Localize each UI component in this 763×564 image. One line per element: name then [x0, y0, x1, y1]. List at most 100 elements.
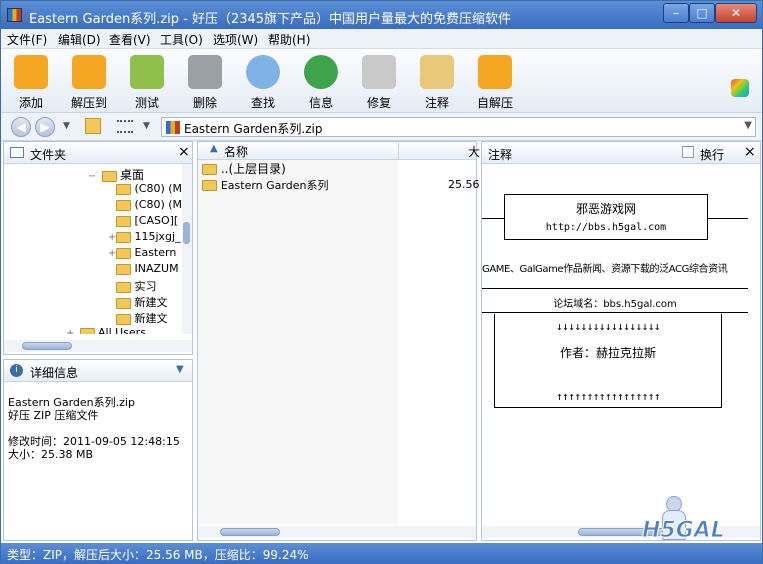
file-list-pane: ▲ 名称 大 ..(上层目录) Eastern Garden系列 25.56 [197, 141, 480, 541]
menu-bar: 文件(F) 编辑(D) 查看(V) 工具(O) 选项(W) 帮助(H) [1, 29, 762, 49]
comment-pane-header: 注释 换行 × [482, 142, 760, 164]
scrollbar-thumb[interactable] [183, 222, 190, 244]
tree-item[interactable]: [CASO][ [108, 214, 178, 227]
tree-item[interactable]: 实习 [108, 278, 157, 294]
tree-item[interactable]: + 115jxgj_ [108, 230, 181, 243]
tree-item[interactable]: 新建文 [108, 294, 168, 310]
file-row-name: Eastern Garden系列 [220, 179, 329, 192]
folder-icon [116, 199, 131, 211]
folder-icon [116, 247, 131, 259]
folder-icon [202, 164, 217, 175]
tree-item-all-users[interactable]: + All Users [66, 326, 146, 334]
divider [708, 218, 748, 219]
scrollbar-thumb[interactable] [220, 528, 280, 536]
sort-up-icon: ▲ [210, 143, 218, 154]
chevron-down-icon[interactable]: ▼ [744, 120, 752, 131]
folder-icon [116, 281, 131, 293]
file-list-header: ▲ 名称 大 [198, 142, 480, 160]
tree-horizontal-scrollbar[interactable] [4, 340, 192, 352]
window-title: Eastern Garden系列.zip - 好压（2345旗下产品）中国用户量… [29, 12, 512, 27]
divider [482, 288, 748, 289]
test-label: 测试 [134, 96, 159, 110]
menu-edit[interactable]: 编辑(D) [58, 31, 101, 48]
details-size: 大小：25.38 MB [8, 448, 94, 461]
folder-icon [116, 297, 131, 309]
address-field[interactable]: Eastern Garden系列.zip ▼ [161, 117, 756, 137]
minimize-button[interactable]: – [663, 3, 689, 23]
comment-arrows-down: ↓↓↓↓↓↓↓↓↓↓↓↓↓↓↓↓↓ [555, 320, 661, 333]
comment-button[interactable]: 注释 [409, 53, 465, 111]
tree-item[interactable]: (C80) (M [108, 198, 182, 211]
wrap-label: 换行 [700, 148, 725, 162]
info-label: 信息 [308, 96, 333, 110]
find-button[interactable]: 查找 [235, 53, 291, 111]
info-button[interactable]: 信息 [293, 53, 349, 111]
maximize-button[interactable]: □ [689, 3, 715, 23]
delete-button[interactable]: 删除 [177, 53, 233, 111]
comment-description: GAME、GalGame作品新闻、资源下载的泛ACG综合资讯 [482, 264, 728, 275]
history-dropdown-icon[interactable]: ▼ [63, 121, 70, 131]
up-folder-icon[interactable] [85, 118, 101, 134]
address-bar: ◀ ▶ ▼ ▼ Eastern Garden系列.zip ▼ [1, 113, 762, 141]
tree-item[interactable]: (C80) (M [108, 182, 182, 195]
folder-icon [79, 327, 95, 334]
folder-outline-icon [10, 147, 24, 158]
repair-icon [362, 55, 396, 89]
magnifier-icon [246, 55, 280, 89]
find-label: 查找 [250, 96, 275, 110]
tree-item[interactable]: INAZUM [108, 262, 179, 275]
add-button[interactable]: 添加 [3, 53, 59, 111]
skin-icon[interactable] [731, 79, 749, 97]
sfx-label: 自解压 [476, 96, 513, 110]
tree-item-desktop[interactable]: − 桌面 [88, 166, 144, 183]
comment-url: http://bbs.h5gal.com [545, 222, 667, 233]
comment-pane-title: 注释 [488, 148, 513, 162]
view-dropdown-icon[interactable]: ▼ [143, 121, 150, 131]
sfx-button[interactable]: 自解压 [467, 53, 523, 111]
address-path: Eastern Garden系列.zip [184, 122, 323, 136]
menu-tools[interactable]: 工具(O) [160, 31, 203, 48]
menu-help[interactable]: 帮助(H) [268, 31, 310, 48]
file-list-horizontal-scrollbar[interactable] [198, 526, 476, 538]
menu-view[interactable]: 查看(V) [109, 31, 151, 48]
comment-domain: 论坛域名：bbs.h5gal.com [553, 299, 677, 310]
file-row-eastern[interactable]: Eastern Garden系列 25.56 [202, 177, 480, 193]
column-divider[interactable] [398, 142, 399, 159]
menu-file[interactable]: 文件(F) [7, 31, 47, 48]
wrap-checkbox[interactable] [682, 146, 694, 158]
column-header-name[interactable]: 名称 [224, 143, 248, 160]
view-mode-icon[interactable] [117, 120, 133, 133]
zip-icon [166, 121, 180, 134]
scrollbar-thumb[interactable] [22, 342, 72, 350]
comment-site-name: 邪恶游戏网 [575, 202, 636, 216]
add-label: 添加 [18, 96, 43, 110]
comment-arrows-up: ↑↑↑↑↑↑↑↑↑↑↑↑↑↑↑↑↑ [555, 390, 661, 403]
status-bar: 类型：ZIP，解压后大小：25.56 MB，压缩比：99.24% [1, 543, 762, 564]
extract-button[interactable]: 解压到 [61, 53, 117, 111]
folders-pane-header: 文件夹 × [4, 142, 192, 164]
back-icon[interactable]: ◀ [11, 117, 31, 137]
close-button[interactable]: ✕ [715, 3, 757, 23]
note-icon [420, 55, 454, 89]
file-row-size: 25.56 [448, 178, 480, 191]
tree-item[interactable]: + Eastern [108, 246, 176, 259]
close-icon[interactable]: × [744, 144, 756, 160]
file-row-parent[interactable]: ..(上层目录) [202, 160, 472, 176]
h5gal-watermark: H5GAL [642, 518, 726, 544]
comment-text-area[interactable]: 邪恶游戏网 http://bbs.h5gal.com GAME、GalGame作… [482, 164, 760, 524]
close-icon[interactable]: × [178, 144, 190, 160]
test-button[interactable]: 测试 [119, 53, 175, 111]
forward-icon[interactable]: ▶ [35, 117, 55, 137]
folder-icon [116, 215, 131, 227]
title-bar: Eastern Garden系列.zip - 好压（2345旗下产品）中国用户量… [1, 1, 762, 29]
app-icon [7, 8, 22, 22]
column-header-size[interactable]: 大 [468, 143, 480, 160]
repair-button[interactable]: 修复 [351, 53, 407, 111]
tree-item[interactable]: 新建文 [108, 310, 168, 326]
tree-vertical-scrollbar[interactable] [182, 164, 192, 334]
menu-options[interactable]: 选项(W) [213, 31, 258, 48]
chevron-down-icon[interactable]: ▼ [176, 364, 184, 375]
details-pane: i 详细信息 ▼ Eastern Garden系列.zip 好压 ZIP 压缩文… [3, 359, 193, 541]
toolbar: 添加 解压到 测试 删除 查找 信息 修复 注释 自解压 [1, 49, 762, 113]
extract-label: 解压到 [70, 96, 107, 110]
